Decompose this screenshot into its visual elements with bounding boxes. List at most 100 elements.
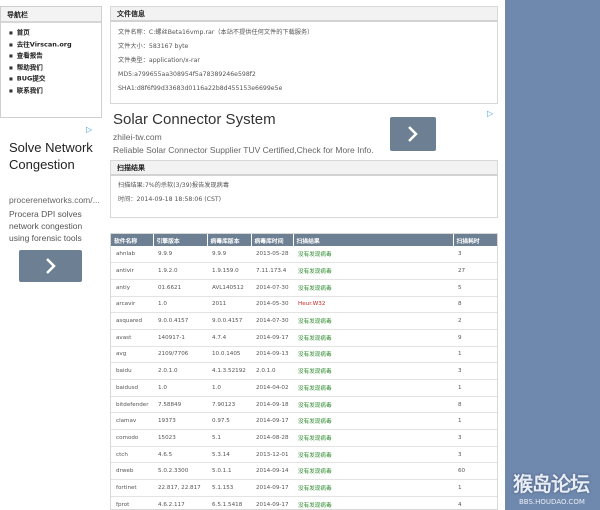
cell-engine-version: 4.6.5 [153, 446, 207, 464]
table-row: fortinet 22.817, 22.817 5.1.153 2014-09-17 没… [111, 479, 497, 497]
table-row: bitdefender 7.58849 7.90123 2014-09-18 没有发现病… [111, 396, 497, 414]
cell-db-version: 7.90123 [207, 396, 251, 414]
nav-list: 首页 去往Virscan.org 查看报告 帮助我们 BUG提交 联系我们 [1, 23, 101, 96]
cell-duration: 3 [453, 362, 497, 380]
cell-engine-version: 1.0 [153, 296, 207, 314]
cell-engine: baidusd [111, 379, 153, 397]
cell-engine-version: 1.9.2.0 [153, 262, 207, 280]
cell-engine: avast [111, 329, 153, 347]
cell-engine: baidu [111, 362, 153, 380]
cell-engine-version: 01.6621 [153, 279, 207, 297]
table-row: baidusd 1.0 1.0 2014-04-02 没有发现病毒 1 [111, 379, 497, 397]
cell-engine: comodo [111, 429, 153, 447]
cell-db-time: 2014-09-17 [251, 329, 293, 347]
file-info-title: 文件信息 [111, 7, 497, 22]
cell-result: 没有发现病毒 [293, 429, 453, 447]
cell-db-version: 9.0.0.4157 [207, 312, 251, 330]
left-ad-url[interactable]: procerenetworks.com/... [9, 195, 100, 205]
cell-db-version: 1.9.159.0 [207, 262, 251, 280]
file-info-panel: 文件信息 文件名称：C:螺丝Beta16vmp.rar（本站不提供任何文件的下载… [110, 6, 498, 104]
header-result: 扫描结果 [293, 234, 454, 246]
cell-db-time: 2014-04-02 [251, 379, 293, 397]
cell-duration: 1 [453, 412, 497, 431]
cell-result: 没有发现病毒 [293, 346, 453, 364]
cell-duration: 1 [453, 346, 497, 364]
left-ad-title[interactable]: Solve Network Congestion [9, 139, 99, 173]
cell-db-version: 5.0.1.1 [207, 462, 251, 481]
middle-ad-title[interactable]: Solar Connector System [113, 111, 276, 128]
cell-duration: 1 [453, 479, 497, 497]
nav-panel: 导航栏 首页 去往Virscan.org 查看报告 帮助我们 BUG提交 联系我… [0, 6, 102, 118]
cell-duration: 27 [453, 262, 497, 280]
cell-engine-version: 140917-1 [153, 329, 207, 347]
middle-ad-arrow-button[interactable] [390, 117, 436, 151]
adchoices-icon[interactable]: ▷ [86, 125, 92, 134]
cell-engine: fortinet [111, 479, 153, 497]
header-db-time: 病毒库时间 [251, 234, 294, 246]
middle-ad[interactable]: Solar Connector System zhilei-tw.com Rel… [110, 108, 498, 158]
cell-db-version: AVL140512 [207, 279, 251, 297]
table-row: fprot 4.6.2.117 6.5.1.5418 2014-09-17 没有发现病毒… [111, 496, 497, 509]
cell-result: 没有发现病毒 [293, 479, 453, 497]
header-engine: 软件名称 [111, 234, 154, 246]
left-ad-arrow-button[interactable] [19, 250, 82, 282]
nav-item-reports[interactable]: 查看报告 [9, 50, 101, 62]
cell-db-time: 2014-09-17 [251, 479, 293, 497]
header-duration: 扫描耗时 [453, 234, 497, 246]
page-side-background [505, 0, 600, 510]
nav-item-contact[interactable]: 联系我们 [9, 85, 101, 97]
table-row: ahnlab 9.9.9 9.9.9 2013-05-28 没有发现病毒 3 [111, 246, 497, 264]
table-row: baidu 2.0.1.0 4.1.3.52192 2.0.1.0 没有发现病毒 3 [111, 362, 497, 380]
cell-engine-version: 2.0.1.0 [153, 362, 207, 380]
left-ad[interactable]: ▷ Solve Network Congestion procerenetwor… [0, 122, 102, 292]
cell-duration: 1 [453, 379, 497, 397]
nav-title: 导航栏 [1, 7, 101, 23]
header-db-version: 病毒库版本 [207, 234, 252, 246]
nav-item-virscan[interactable]: 去往Virscan.org [9, 39, 101, 51]
cell-db-version: 4.7.4 [207, 329, 251, 347]
cell-engine: arcavir [111, 296, 153, 314]
cell-result: 没有发现病毒 [293, 246, 453, 264]
cell-db-time: 2014-07-30 [251, 279, 293, 297]
table-header-row: 软件名称 引擎版本 病毒库版本 病毒库时间 扫描结果 扫描耗时 [111, 234, 497, 246]
cell-db-time: 2014-07-30 [251, 312, 293, 330]
file-name: 文件名称：C:螺丝Beta16vmp.rar（本站不提供任何文件的下载服务） [118, 29, 314, 36]
cell-db-version: 9.9.9 [207, 246, 251, 264]
header-engine-version: 引擎版本 [153, 234, 208, 246]
table-row: ctch 4.6.5 5.3.14 2013-12-01 没有发现病毒 3 [111, 446, 497, 464]
left-ad-description: Procera DPI solves network congestion us… [9, 209, 83, 243]
cell-duration: 2 [453, 312, 497, 330]
cell-result: 没有发现病毒 [293, 496, 453, 509]
chevron-right-icon [408, 126, 418, 142]
cell-db-time: 2014-05-30 [251, 296, 293, 314]
cell-db-version: 2011 [207, 296, 251, 314]
nav-item-bug[interactable]: BUG提交 [9, 73, 101, 85]
cell-engine: antiy [111, 279, 153, 297]
table-row: drweb 5.0.2.3300 5.0.1.1 2014-09-14 没有发现病毒 60 [111, 462, 497, 481]
cell-result: Heur.W32 [293, 296, 453, 314]
cell-db-version: 1.0 [207, 379, 251, 397]
cell-engine: avg [111, 346, 153, 364]
cell-engine-version: 19373 [153, 412, 207, 431]
cell-engine-version: 15023 [153, 429, 207, 447]
cell-db-version: 4.1.3.52192 [207, 362, 251, 380]
cell-duration: 4 [453, 496, 497, 509]
cell-duration: 9 [453, 329, 497, 347]
cell-result: 没有发现病毒 [293, 262, 453, 280]
cell-duration: 8 [453, 296, 497, 314]
nav-item-help[interactable]: 帮助我们 [9, 62, 101, 74]
cell-duration: 3 [453, 446, 497, 464]
cell-duration: 3 [453, 429, 497, 447]
cell-engine: antivir [111, 262, 153, 280]
watermark-title: 猴岛论坛 [513, 472, 590, 496]
scan-summary: 扫描结果:7%的杀软(3/39)报告发现病毒 [118, 182, 230, 189]
cell-duration: 3 [453, 246, 497, 264]
table-row: arcavir 1.0 2011 2014-05-30 Heur.W32 8 [111, 296, 497, 314]
table-row: asquared 9.0.0.4157 9.0.0.4157 2014-07-30 没有… [111, 312, 497, 330]
nav-item-home[interactable]: 首页 [9, 27, 101, 39]
table-row: avast 140917-1 4.7.4 2014-09-17 没有发现病毒 9 [111, 329, 497, 347]
cell-result: 没有发现病毒 [293, 462, 453, 481]
middle-ad-url[interactable]: zhilei-tw.com [113, 132, 162, 142]
cell-db-version: 5.3.14 [207, 446, 251, 464]
adchoices-icon[interactable]: ▷ [487, 109, 493, 118]
